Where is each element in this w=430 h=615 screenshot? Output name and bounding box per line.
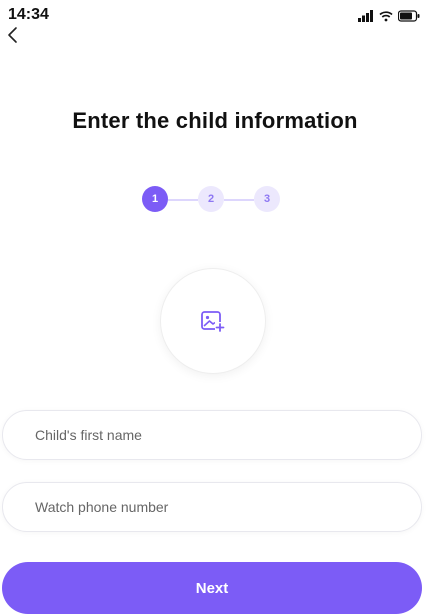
chevron-left-icon bbox=[8, 27, 17, 43]
status-time: 14:34 bbox=[8, 6, 49, 23]
step-1: 1 bbox=[142, 186, 168, 212]
status-icons bbox=[358, 9, 420, 23]
battery-icon bbox=[398, 10, 420, 22]
watch-phone-input[interactable] bbox=[3, 483, 421, 531]
step-3: 3 bbox=[254, 186, 280, 212]
step-connector bbox=[224, 199, 254, 201]
page-title: Enter the child information bbox=[72, 108, 358, 133]
step-2: 2 bbox=[198, 186, 224, 212]
first-name-field-wrapper bbox=[2, 410, 422, 460]
first-name-input[interactable] bbox=[3, 411, 421, 459]
add-image-icon bbox=[201, 311, 225, 332]
step-connector bbox=[168, 199, 198, 201]
back-button[interactable] bbox=[6, 26, 26, 48]
avatar-upload-button[interactable] bbox=[160, 268, 266, 374]
next-button[interactable]: Next bbox=[2, 562, 422, 614]
progress-stepper: 1 2 3 bbox=[0, 186, 430, 214]
wifi-icon bbox=[379, 11, 393, 22]
signal-icon bbox=[358, 10, 373, 22]
phone-field-wrapper bbox=[2, 482, 422, 532]
status-bar: 14:34 bbox=[0, 0, 430, 26]
